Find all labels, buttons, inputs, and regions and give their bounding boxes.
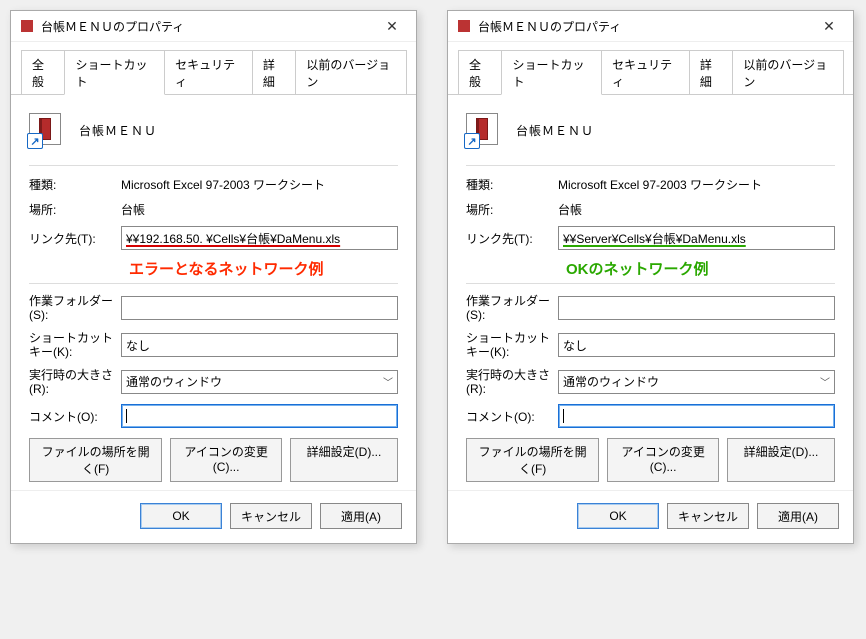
label-startin: 作業フォルダー(S):	[466, 294, 558, 323]
properties-dialog-right: 台帳ＭＥＮＵのプロパティ ✕ 全般 ショートカット セキュリティ 詳細 以前のバ…	[447, 10, 854, 544]
tab-security[interactable]: セキュリティ	[601, 50, 690, 94]
close-button[interactable]: ✕	[372, 12, 412, 40]
annotation: エラーとなるネットワーク例	[129, 258, 398, 279]
label-target: リンク先(T):	[466, 230, 558, 247]
tab-general[interactable]: 全般	[458, 50, 502, 94]
chevron-down-icon: ﹀	[820, 374, 830, 389]
panel: ↗ 台帳ＭＥＮＵ 種類: Microsoft Excel 97-2003 ワーク…	[448, 95, 853, 490]
tab-security[interactable]: セキュリティ	[164, 50, 253, 94]
label-comment: コメント(O):	[29, 408, 121, 425]
label-shortcutkey: ショートカット キー(K):	[29, 331, 121, 360]
value-type: Microsoft Excel 97-2003 ワークシート	[558, 176, 762, 193]
app-title: 台帳ＭＥＮＵ	[516, 122, 594, 139]
label-shortcutkey: ショートカット キー(K):	[466, 331, 558, 360]
window-title: 台帳ＭＥＮＵのプロパティ	[478, 18, 809, 35]
app-icon	[19, 18, 35, 34]
open-location-button[interactable]: ファイルの場所を開く(F)	[29, 438, 162, 482]
label-location: 場所:	[29, 201, 121, 218]
tab-shortcut[interactable]: ショートカット	[501, 50, 602, 95]
tabbar: 全般 ショートカット セキュリティ 詳細 以前のバージョン	[11, 42, 416, 95]
apply-button[interactable]: 適用(A)	[757, 503, 839, 529]
advanced-button[interactable]: 詳細設定(D)...	[290, 438, 398, 482]
footer: OK キャンセル 適用(A)	[11, 490, 416, 543]
target-input[interactable]: ¥¥Server¥Cells¥台帳¥DaMenu.xls	[558, 226, 835, 250]
annotation: OKのネットワーク例	[566, 258, 835, 279]
properties-dialog-left: 台帳ＭＥＮＵのプロパティ ✕ 全般 ショートカット セキュリティ 詳細 以前のバ…	[10, 10, 417, 544]
close-button[interactable]: ✕	[809, 12, 849, 40]
footer: OK キャンセル 適用(A)	[448, 490, 853, 543]
advanced-button[interactable]: 詳細設定(D)...	[727, 438, 835, 482]
run-select[interactable]: 通常のウィンドウ ﹀	[121, 370, 398, 394]
cancel-button[interactable]: キャンセル	[667, 503, 749, 529]
label-location: 場所:	[466, 201, 558, 218]
tab-detail[interactable]: 詳細	[252, 50, 296, 94]
label-run: 実行時の大きさ(R):	[29, 368, 121, 397]
ok-button[interactable]: OK	[577, 503, 659, 529]
run-select[interactable]: 通常のウィンドウ ﹀	[558, 370, 835, 394]
tab-shortcut[interactable]: ショートカット	[64, 50, 165, 95]
change-icon-button[interactable]: アイコンの変更(C)...	[170, 438, 282, 482]
startin-input[interactable]	[558, 296, 835, 320]
app-title: 台帳ＭＥＮＵ	[79, 122, 157, 139]
app-icon	[456, 18, 472, 34]
apply-button[interactable]: 適用(A)	[320, 503, 402, 529]
ok-button[interactable]: OK	[140, 503, 222, 529]
comment-input[interactable]	[558, 404, 835, 428]
label-comment: コメント(O):	[466, 408, 558, 425]
open-location-button[interactable]: ファイルの場所を開く(F)	[466, 438, 599, 482]
startin-input[interactable]	[121, 296, 398, 320]
tab-general[interactable]: 全般	[21, 50, 65, 94]
value-location: 台帳	[121, 201, 145, 218]
tabbar: 全般 ショートカット セキュリティ 詳細 以前のバージョン	[448, 42, 853, 95]
target-input[interactable]: ¥¥192.168.50. ¥Cells¥台帳¥DaMenu.xls	[121, 226, 398, 250]
shortcut-icon: ↗	[29, 113, 63, 147]
label-run: 実行時の大きさ(R):	[466, 368, 558, 397]
label-target: リンク先(T):	[29, 230, 121, 247]
label-type: 種類:	[466, 176, 558, 193]
panel: ↗ 台帳ＭＥＮＵ 種類: Microsoft Excel 97-2003 ワーク…	[11, 95, 416, 490]
tab-detail[interactable]: 詳細	[689, 50, 733, 94]
shortcut-icon: ↗	[466, 113, 500, 147]
window-title: 台帳ＭＥＮＵのプロパティ	[41, 18, 372, 35]
chevron-down-icon: ﹀	[383, 374, 393, 389]
change-icon-button[interactable]: アイコンの変更(C)...	[607, 438, 719, 482]
value-type: Microsoft Excel 97-2003 ワークシート	[121, 176, 325, 193]
titlebar[interactable]: 台帳ＭＥＮＵのプロパティ ✕	[448, 11, 853, 42]
label-startin: 作業フォルダー(S):	[29, 294, 121, 323]
cancel-button[interactable]: キャンセル	[230, 503, 312, 529]
tab-previous[interactable]: 以前のバージョン	[732, 50, 844, 94]
shortcutkey-input[interactable]: なし	[558, 333, 835, 357]
tab-previous[interactable]: 以前のバージョン	[295, 50, 407, 94]
value-location: 台帳	[558, 201, 582, 218]
titlebar[interactable]: 台帳ＭＥＮＵのプロパティ ✕	[11, 11, 416, 42]
shortcutkey-input[interactable]: なし	[121, 333, 398, 357]
comment-input[interactable]	[121, 404, 398, 428]
label-type: 種類:	[29, 176, 121, 193]
